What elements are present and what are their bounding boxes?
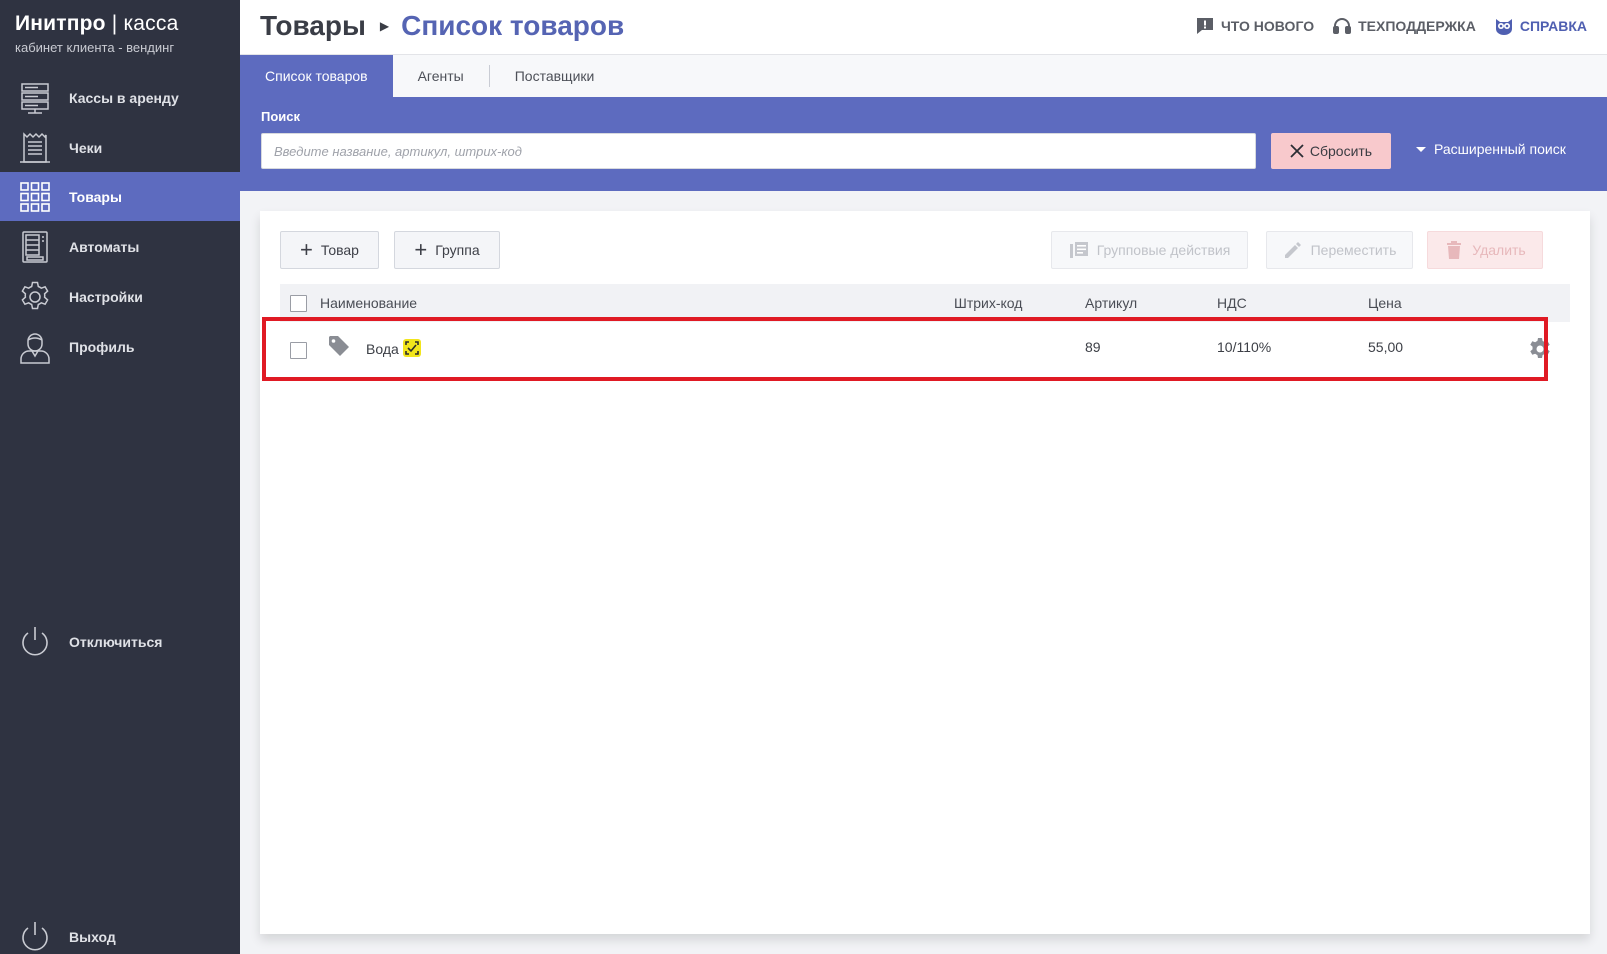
table-row[interactable]: Вода 89 10/110% 55,00	[280, 322, 1570, 378]
logout-button[interactable]: Выход	[0, 912, 240, 954]
sidebar-item-nastroiki[interactable]: Настройки	[0, 272, 240, 321]
stack-icon	[1069, 242, 1088, 258]
sidebar-item-label: Чеки	[69, 139, 103, 156]
trash-icon	[1447, 241, 1462, 259]
breadcrumb-root[interactable]: Товары	[260, 10, 366, 42]
product-article: 89	[1085, 339, 1101, 355]
sidebar-item-kassy[interactable]: Кассы в аренду	[0, 73, 240, 122]
search-input[interactable]	[261, 133, 1256, 169]
whats-new-link[interactable]: Что нового	[1195, 16, 1314, 36]
page-title: Список товаров	[401, 10, 625, 41]
add-product-button[interactable]: + Товар	[280, 231, 379, 269]
column-header-vat[interactable]: НДС	[1217, 295, 1247, 311]
move-button[interactable]: Переместить	[1266, 231, 1413, 269]
sidebar-item-tovary[interactable]: Товары	[0, 172, 240, 221]
caret-down-icon	[1416, 146, 1426, 152]
sidebar-item-label: Товары	[69, 188, 122, 205]
announcement-icon	[1196, 18, 1213, 34]
plus-icon: +	[414, 237, 428, 262]
reset-button[interactable]: Сбросить	[1271, 133, 1391, 169]
sidebar-item-label: Кассы в аренду	[69, 89, 179, 106]
table-header: Наименование Штрих-код Артикул НДС Цена	[280, 284, 1570, 322]
sidebar: Инитпро | касса кабинет клиента - вендин…	[0, 0, 240, 954]
pencil-icon	[1284, 242, 1301, 258]
sidebar-item-label: Профиль	[69, 338, 135, 355]
sidebar-item-profil[interactable]: Профиль	[0, 322, 240, 371]
close-icon	[1290, 144, 1304, 158]
search-panel: Поиск Сбросить Расширенный поиск	[240, 97, 1607, 191]
products-card: + Товар + Группа Групповые действия Пере…	[260, 211, 1590, 934]
headset-icon	[1333, 18, 1352, 34]
tag-icon	[329, 336, 349, 356]
brand-subtitle: кабинет клиента - вендинг	[15, 40, 175, 55]
column-header-price[interactable]: Цена	[1368, 295, 1402, 311]
sidebar-item-label: Автоматы	[69, 238, 140, 255]
breadcrumb-arrow-icon: ▶	[379, 19, 390, 33]
delete-button[interactable]: Удалить	[1427, 231, 1543, 269]
breadcrumb: Товары ▶ Список товаров	[260, 10, 624, 42]
logout-label: Выход	[69, 928, 116, 945]
tab-agents[interactable]: Агенты	[393, 55, 489, 97]
help-link[interactable]: Справка	[1494, 16, 1587, 36]
server-icon	[17, 80, 53, 116]
gear-icon	[17, 279, 53, 315]
brand-title: Инитпро | касса	[15, 12, 179, 35]
marked-product-icon	[402, 339, 421, 357]
sidebar-item-avtomaty[interactable]: Автоматы	[0, 222, 240, 271]
power-icon	[17, 624, 53, 660]
disconnect-button[interactable]: Отключиться	[0, 617, 240, 666]
tab-bar: Список товаров Агенты Поставщики	[240, 55, 1607, 97]
disconnect-label: Отключиться	[69, 633, 163, 650]
product-price: 55,00	[1368, 339, 1404, 355]
product-vat: 10/110%	[1217, 339, 1272, 355]
product-name[interactable]: Вода	[366, 339, 421, 357]
header: Товары ▶ Список товаров Что нового Техпо…	[240, 0, 1607, 55]
select-all-checkbox[interactable]	[290, 295, 307, 312]
brand: Инитпро | касса кабинет клиента - вендин…	[15, 12, 178, 55]
vending-machine-icon	[17, 229, 53, 265]
power-icon	[17, 919, 53, 954]
receipt-icon	[17, 130, 53, 166]
grid-icon	[17, 179, 53, 215]
tab-suppliers[interactable]: Поставщики	[490, 55, 620, 97]
sidebar-item-cheki[interactable]: Чеки	[0, 123, 240, 172]
support-link[interactable]: Техподдержка	[1332, 16, 1476, 36]
row-settings-gear-icon[interactable]	[1528, 337, 1552, 361]
column-header-article[interactable]: Артикул	[1085, 295, 1137, 311]
tab-product-list[interactable]: Список товаров	[240, 55, 393, 97]
column-header-barcode[interactable]: Штрих-код	[954, 295, 1022, 311]
add-group-button[interactable]: + Группа	[394, 231, 500, 269]
plus-icon: +	[300, 237, 313, 262]
top-links: Что нового Техподдержка Справка	[1195, 16, 1587, 36]
user-icon	[17, 329, 53, 365]
advanced-search-toggle[interactable]: Расширенный поиск	[1416, 141, 1566, 157]
row-checkbox[interactable]	[290, 342, 307, 359]
owl-icon	[1495, 19, 1512, 35]
search-label: Поиск	[261, 109, 301, 124]
sidebar-item-label: Настройки	[69, 288, 143, 305]
group-actions-button[interactable]: Групповые действия	[1051, 231, 1248, 269]
column-header-name[interactable]: Наименование	[320, 295, 417, 311]
